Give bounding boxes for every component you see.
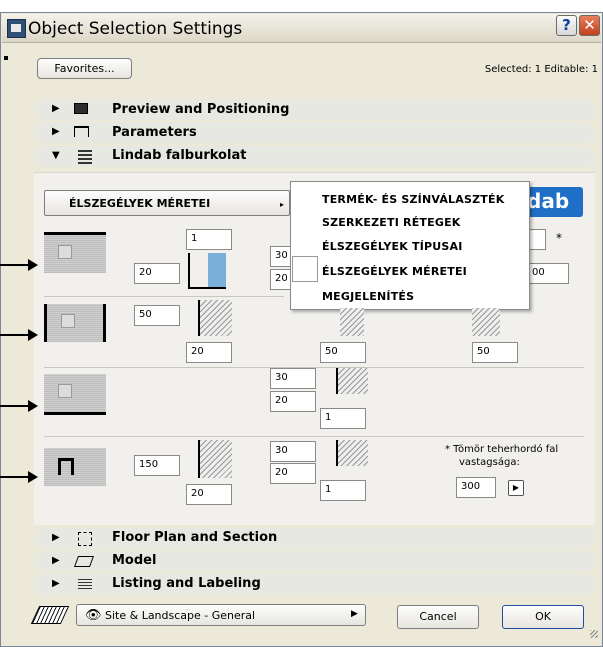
section-label: Floor Plan and Section <box>112 530 278 545</box>
arrow-icon <box>28 259 38 271</box>
dialog-title: Object Selection Settings <box>28 19 243 39</box>
dimension-input[interactable]: 150 <box>134 455 180 476</box>
menu-item-megjelenites[interactable]: MEGJELENÍTÉS <box>322 290 414 303</box>
wall-thickness-note: * Tömör teherhordó fal <box>445 444 559 455</box>
expand-triangle-icon: ▶ <box>52 103 60 114</box>
dimension-input[interactable]: 20 <box>134 263 180 284</box>
preview-icon <box>74 103 88 114</box>
edge-preview-4 <box>44 448 106 486</box>
dimension-input[interactable]: 30 <box>270 441 316 462</box>
lindab-icon <box>78 150 92 164</box>
lindab-logo-text: dab <box>527 189 570 213</box>
collapse-marker-icon <box>4 56 8 60</box>
menu-item-tipusai[interactable]: ÉLSZEGÉLYEK TÍPUSAI <box>322 240 463 253</box>
section-label: Lindab falburkolat <box>112 148 247 163</box>
required-mark: * <box>556 231 562 245</box>
resize-grip-icon[interactable] <box>590 630 598 638</box>
arrow-line <box>0 476 30 478</box>
page-select-dropdown[interactable]: ÉLSZEGÉLYEK MÉRETEI ▸ <box>44 190 290 216</box>
edge-preview-3 <box>44 374 106 415</box>
arrow-line <box>0 264 30 266</box>
dimension-input[interactable]: 30 <box>270 368 316 389</box>
dimension-input[interactable]: 50 <box>134 305 180 326</box>
dimension-input[interactable]: 1 <box>320 408 366 429</box>
arrow-icon <box>28 329 38 341</box>
section-label: Listing and Labeling <box>112 576 261 591</box>
dropdown-arrow-icon: ▶ <box>351 609 358 619</box>
layer-select-label: Site & Landscape - General <box>105 609 256 622</box>
wall-thickness-input[interactable]: 300 <box>456 477 496 498</box>
section-label: Parameters <box>112 125 197 140</box>
play-icon[interactable]: ▶ <box>508 480 524 496</box>
cancel-button[interactable]: Cancel <box>397 605 479 629</box>
edge-preview-2 <box>44 304 106 342</box>
help-button[interactable]: ? <box>556 15 577 36</box>
dimension-input[interactable]: 1 <box>186 229 232 250</box>
layer-select-dropdown[interactable]: 👁 Site & Landscape - General ▶ <box>76 604 366 626</box>
arrow-icon <box>28 471 38 483</box>
expand-triangle-icon: ▶ <box>52 532 60 543</box>
menu-item-szerkezeti[interactable]: SZERKEZETI RÉTEGEK <box>322 216 461 229</box>
favorites-button[interactable]: Favorites... <box>37 58 132 79</box>
dimension-input[interactable]: 20 <box>270 391 316 412</box>
app-icon <box>7 19 26 38</box>
dimension-input[interactable]: 50 <box>320 342 366 363</box>
expand-triangle-icon: ▶ <box>52 126 60 137</box>
arrow-line <box>0 405 30 407</box>
section-label: Model <box>112 553 157 568</box>
dropdown-arrow-icon: ▸ <box>280 200 285 209</box>
profile-diagram <box>198 440 232 478</box>
profile-diagram <box>340 308 364 336</box>
dimension-input[interactable]: 50 <box>472 342 518 363</box>
arrow-icon <box>28 400 38 412</box>
menu-checkmark-box <box>292 256 318 282</box>
expand-triangle-icon: ▶ <box>52 578 60 589</box>
edge-preview-1 <box>44 232 106 273</box>
selection-info: Selected: 1 Editable: 1 <box>484 64 598 75</box>
u-shape-icon <box>58 458 74 475</box>
menu-item-meretei[interactable]: ÉLSZEGÉLYEK MÉRETEI <box>322 265 467 278</box>
collapse-triangle-icon: ▼ <box>52 150 60 161</box>
dimension-input[interactable]: 20 <box>270 463 316 484</box>
profile-diagram <box>336 440 368 466</box>
profile-diagram <box>188 253 226 289</box>
close-button[interactable]: ✕ <box>579 15 600 36</box>
eye-icon: 👁 <box>85 608 102 623</box>
profile-diagram <box>336 368 368 394</box>
dimension-input[interactable]: 00 <box>527 263 569 284</box>
profile-diagram <box>198 300 232 336</box>
wall-thickness-note-line2: vastagsága: <box>459 457 520 468</box>
section-label: Preview and Positioning <box>112 102 290 117</box>
dimension-input[interactable]: 20 <box>186 484 232 505</box>
floorplan-icon <box>78 532 92 546</box>
page-select-label: ÉLSZEGÉLYEK MÉRETEI <box>69 197 211 210</box>
parameters-icon <box>74 126 89 137</box>
row-separator <box>44 296 284 297</box>
ok-button[interactable]: OK <box>502 605 584 629</box>
listing-icon <box>78 578 92 589</box>
dimension-input[interactable]: 20 <box>186 342 232 363</box>
menu-item-termek[interactable]: TERMÉK- ÉS SZÍNVÁLASZTÉK <box>322 193 504 206</box>
expand-triangle-icon: ▶ <box>52 555 60 566</box>
profile-diagram <box>472 308 500 336</box>
dimension-input[interactable]: 1 <box>320 480 366 501</box>
arrow-line <box>0 334 30 336</box>
row-separator <box>44 436 584 437</box>
